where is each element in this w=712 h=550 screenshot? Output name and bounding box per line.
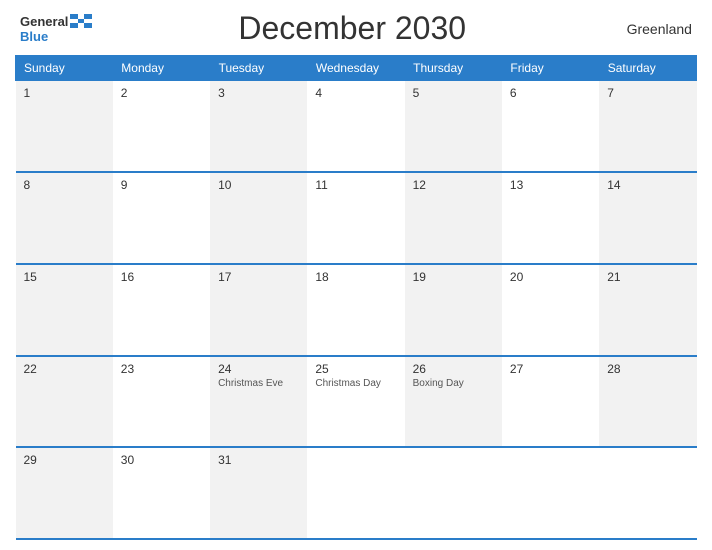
day-number: 17 bbox=[218, 270, 299, 284]
logo-general-text: General bbox=[20, 14, 68, 29]
day-cell: 24 Christmas Eve bbox=[210, 356, 307, 448]
day-number: 31 bbox=[218, 453, 299, 467]
weekday-header-saturday: Saturday bbox=[599, 56, 696, 81]
day-cell: 28 bbox=[599, 356, 696, 448]
day-cell: 29 bbox=[16, 447, 113, 539]
day-cell: 20 bbox=[502, 264, 599, 356]
day-number: 27 bbox=[510, 362, 591, 376]
day-cell: 18 bbox=[307, 264, 404, 356]
day-number: 12 bbox=[413, 178, 494, 192]
day-cell bbox=[502, 447, 599, 539]
day-number: 24 bbox=[218, 362, 299, 376]
week-row-3: 15 16 17 18 19 20 21 bbox=[16, 264, 697, 356]
day-cell: 27 bbox=[502, 356, 599, 448]
weekday-header-thursday: Thursday bbox=[405, 56, 502, 81]
month-title: December 2030 bbox=[238, 10, 466, 47]
day-number: 1 bbox=[24, 86, 105, 100]
day-cell: 13 bbox=[502, 172, 599, 264]
day-cell: 7 bbox=[599, 81, 696, 173]
day-number: 14 bbox=[607, 178, 688, 192]
day-cell: 23 bbox=[113, 356, 210, 448]
day-cell: 22 bbox=[16, 356, 113, 448]
logo-flag-icon bbox=[70, 14, 92, 28]
day-number: 16 bbox=[121, 270, 202, 284]
day-number: 18 bbox=[315, 270, 396, 284]
day-cell: 16 bbox=[113, 264, 210, 356]
weekday-header-row: SundayMondayTuesdayWednesdayThursdayFrid… bbox=[16, 56, 697, 81]
day-cell: 30 bbox=[113, 447, 210, 539]
day-number: 30 bbox=[121, 453, 202, 467]
day-number: 11 bbox=[315, 178, 396, 192]
region-label: Greenland bbox=[612, 21, 692, 37]
holiday-label: Christmas Day bbox=[315, 378, 396, 389]
weekday-header-monday: Monday bbox=[113, 56, 210, 81]
day-number: 15 bbox=[24, 270, 105, 284]
day-number: 7 bbox=[607, 86, 688, 100]
day-number: 3 bbox=[218, 86, 299, 100]
day-cell: 31 bbox=[210, 447, 307, 539]
day-number: 8 bbox=[24, 178, 105, 192]
day-cell: 1 bbox=[16, 81, 113, 173]
day-number: 13 bbox=[510, 178, 591, 192]
calendar-container: General Blue December 2030 Greenland Sun… bbox=[0, 0, 712, 550]
calendar-table: SundayMondayTuesdayWednesdayThursdayFrid… bbox=[15, 55, 697, 540]
week-row-1: 1 2 3 4 5 6 7 bbox=[16, 81, 697, 173]
day-number: 10 bbox=[218, 178, 299, 192]
day-number: 21 bbox=[607, 270, 688, 284]
day-number: 4 bbox=[315, 86, 396, 100]
logo: General Blue bbox=[20, 14, 92, 44]
weekday-header-sunday: Sunday bbox=[16, 56, 113, 81]
day-cell: 15 bbox=[16, 264, 113, 356]
day-cell: 4 bbox=[307, 81, 404, 173]
day-cell: 26 Boxing Day bbox=[405, 356, 502, 448]
day-number: 2 bbox=[121, 86, 202, 100]
day-cell: 19 bbox=[405, 264, 502, 356]
logo-blue-text: Blue bbox=[20, 29, 48, 44]
day-cell: 12 bbox=[405, 172, 502, 264]
day-number: 19 bbox=[413, 270, 494, 284]
week-row-2: 8 9 10 11 12 13 14 bbox=[16, 172, 697, 264]
day-cell: 3 bbox=[210, 81, 307, 173]
day-number: 26 bbox=[413, 362, 494, 376]
day-number: 29 bbox=[24, 453, 105, 467]
day-cell: 6 bbox=[502, 81, 599, 173]
day-cell: 21 bbox=[599, 264, 696, 356]
day-cell: 9 bbox=[113, 172, 210, 264]
weekday-header-friday: Friday bbox=[502, 56, 599, 81]
day-cell bbox=[307, 447, 404, 539]
day-number: 6 bbox=[510, 86, 591, 100]
day-number: 23 bbox=[121, 362, 202, 376]
day-cell: 8 bbox=[16, 172, 113, 264]
weekday-header-wednesday: Wednesday bbox=[307, 56, 404, 81]
day-number: 20 bbox=[510, 270, 591, 284]
day-number: 25 bbox=[315, 362, 396, 376]
week-row-5: 29 30 31 bbox=[16, 447, 697, 539]
day-number: 9 bbox=[121, 178, 202, 192]
day-cell: 25 Christmas Day bbox=[307, 356, 404, 448]
day-cell: 11 bbox=[307, 172, 404, 264]
day-cell bbox=[405, 447, 502, 539]
week-row-4: 22 23 24 Christmas Eve 25 Christmas Day 26 Boxi… bbox=[16, 356, 697, 448]
day-cell: 2 bbox=[113, 81, 210, 173]
day-cell: 5 bbox=[405, 81, 502, 173]
day-number: 5 bbox=[413, 86, 494, 100]
day-cell: 10 bbox=[210, 172, 307, 264]
holiday-label: Boxing Day bbox=[413, 378, 494, 389]
day-cell bbox=[599, 447, 696, 539]
holiday-label: Christmas Eve bbox=[218, 378, 299, 389]
weekday-header-tuesday: Tuesday bbox=[210, 56, 307, 81]
calendar-header: General Blue December 2030 Greenland bbox=[15, 10, 697, 47]
day-cell: 17 bbox=[210, 264, 307, 356]
day-number: 28 bbox=[607, 362, 688, 376]
day-number: 22 bbox=[24, 362, 105, 376]
day-cell: 14 bbox=[599, 172, 696, 264]
